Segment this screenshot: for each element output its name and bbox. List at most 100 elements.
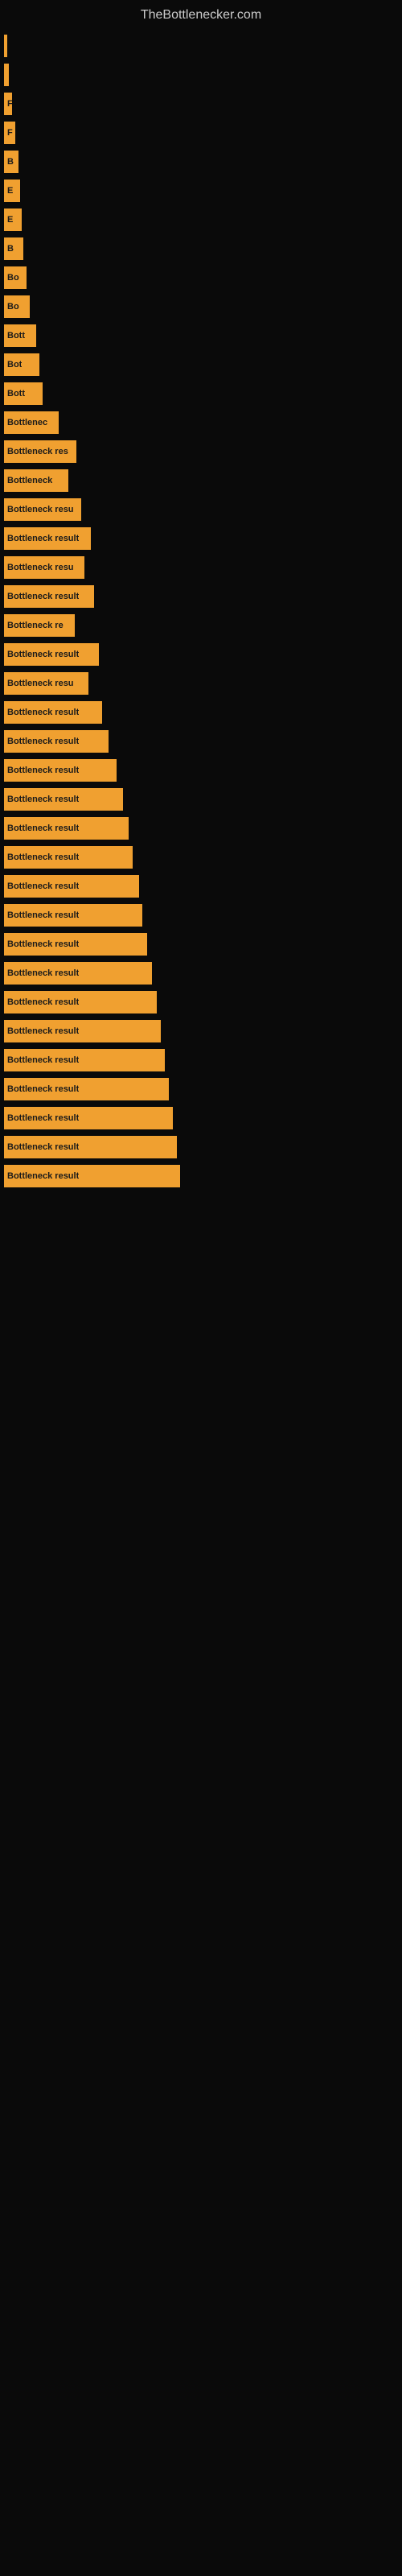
bar-13: Bottlenec (4, 411, 59, 434)
bar-row: B (0, 237, 402, 260)
bar-20: Bottleneck re (4, 614, 75, 637)
bar-27: Bottleneck result (4, 817, 129, 840)
bar-5: E (4, 180, 20, 202)
bar-row: Bottleneck result (0, 933, 402, 956)
bar-label-28: Bottleneck result (7, 852, 79, 862)
bar-row: Bottleneck result (0, 1020, 402, 1042)
bar-38: Bottleneck result (4, 1136, 177, 1158)
bar-33: Bottleneck result (4, 991, 157, 1013)
bar-2: F (4, 93, 12, 115)
bar-row: Bottleneck re (0, 614, 402, 637)
bar-7: B (4, 237, 23, 260)
bar-row: Bottleneck result (0, 962, 402, 985)
bar-label-17: Bottleneck result (7, 534, 79, 543)
bar-4: B (4, 151, 18, 173)
bar-11: Bot (4, 353, 39, 376)
bar-label-29: Bottleneck result (7, 881, 79, 891)
bar-0 (4, 35, 7, 57)
bar-8: Bo (4, 266, 27, 289)
bars-container: F F B E E B Bo Bo Bott Bot Bott Bottlenec Bottleneck… (0, 27, 402, 1194)
bar-35: Bottleneck result (4, 1049, 165, 1071)
bar-row: Bottleneck result (0, 846, 402, 869)
bar-row: Bottleneck result (0, 875, 402, 898)
bar-row: Bottleneck result (0, 701, 402, 724)
bar-label-7: B (7, 244, 14, 254)
bar-row: Bott (0, 382, 402, 405)
bar-label-36: Bottleneck result (7, 1084, 79, 1094)
bar-label-16: Bottleneck resu (7, 505, 74, 514)
bar-row: Bo (0, 266, 402, 289)
bar-16: Bottleneck resu (4, 498, 81, 521)
bar-24: Bottleneck result (4, 730, 109, 753)
bar-label-2: F (7, 99, 12, 109)
site-title: TheBottlenecker.com (0, 0, 402, 27)
bar-row: E (0, 180, 402, 202)
bar-36: Bottleneck result (4, 1078, 169, 1100)
bar-row: Bottleneck result (0, 1165, 402, 1187)
bar-label-38: Bottleneck result (7, 1142, 79, 1152)
bar-label-6: E (7, 215, 13, 225)
bar-32: Bottleneck result (4, 962, 152, 985)
bar-label-10: Bott (7, 331, 25, 341)
bar-row: Bottleneck result (0, 643, 402, 666)
bar-18: Bottleneck resu (4, 556, 84, 579)
bar-row: Bottleneck result (0, 730, 402, 753)
bar-29: Bottleneck result (4, 875, 139, 898)
bar-label-11: Bot (7, 360, 22, 369)
bar-row: Bottleneck result (0, 991, 402, 1013)
bar-row: Bottleneck resu (0, 498, 402, 521)
bar-15: Bottleneck (4, 469, 68, 492)
bar-17: Bottleneck result (4, 527, 91, 550)
bar-label-13: Bottlenec (7, 418, 47, 427)
bar-label-33: Bottleneck result (7, 997, 79, 1007)
bar-37: Bottleneck result (4, 1107, 173, 1129)
bar-label-22: Bottleneck resu (7, 679, 74, 688)
bar-label-3: F (7, 128, 13, 138)
bar-1 (4, 64, 9, 86)
bar-row: Bottleneck result (0, 904, 402, 927)
bar-label-19: Bottleneck result (7, 592, 79, 601)
bar-row: Bottleneck resu (0, 556, 402, 579)
bar-label-4: B (7, 157, 14, 167)
bar-row (0, 35, 402, 57)
bar-23: Bottleneck result (4, 701, 102, 724)
bar-label-15: Bottleneck (7, 476, 52, 485)
bar-25: Bottleneck result (4, 759, 117, 782)
bar-row: Bottleneck result (0, 788, 402, 811)
bar-label-35: Bottleneck result (7, 1055, 79, 1065)
bar-19: Bottleneck result (4, 585, 94, 608)
bar-row: Bottleneck result (0, 1049, 402, 1071)
bar-row: Bottleneck result (0, 527, 402, 550)
bar-label-24: Bottleneck result (7, 737, 79, 746)
bar-row: Bottleneck result (0, 1078, 402, 1100)
bar-label-21: Bottleneck result (7, 650, 79, 659)
bar-row: F (0, 93, 402, 115)
bar-label-18: Bottleneck resu (7, 563, 74, 572)
bar-34: Bottleneck result (4, 1020, 161, 1042)
bar-label-8: Bo (7, 273, 19, 283)
bar-21: Bottleneck result (4, 643, 99, 666)
bar-row: Bottleneck result (0, 817, 402, 840)
bar-row: Bottleneck resu (0, 672, 402, 695)
bar-10: Bott (4, 324, 36, 347)
bar-label-37: Bottleneck result (7, 1113, 79, 1123)
bar-row: Bo (0, 295, 402, 318)
bar-label-23: Bottleneck result (7, 708, 79, 717)
bar-row: Bottleneck result (0, 1136, 402, 1158)
bar-row: Bottlenec (0, 411, 402, 434)
bar-row: Bottleneck res (0, 440, 402, 463)
bar-row: Bottleneck result (0, 759, 402, 782)
bar-label-25: Bottleneck result (7, 766, 79, 775)
bar-9: Bo (4, 295, 30, 318)
bar-row (0, 64, 402, 86)
bar-label-27: Bottleneck result (7, 824, 79, 833)
bar-label-34: Bottleneck result (7, 1026, 79, 1036)
bar-label-14: Bottleneck res (7, 447, 68, 456)
bar-14: Bottleneck res (4, 440, 76, 463)
bar-30: Bottleneck result (4, 904, 142, 927)
bar-label-20: Bottleneck re (7, 621, 64, 630)
bar-28: Bottleneck result (4, 846, 133, 869)
bar-label-5: E (7, 186, 13, 196)
bar-row: Bottleneck (0, 469, 402, 492)
bar-label-26: Bottleneck result (7, 795, 79, 804)
